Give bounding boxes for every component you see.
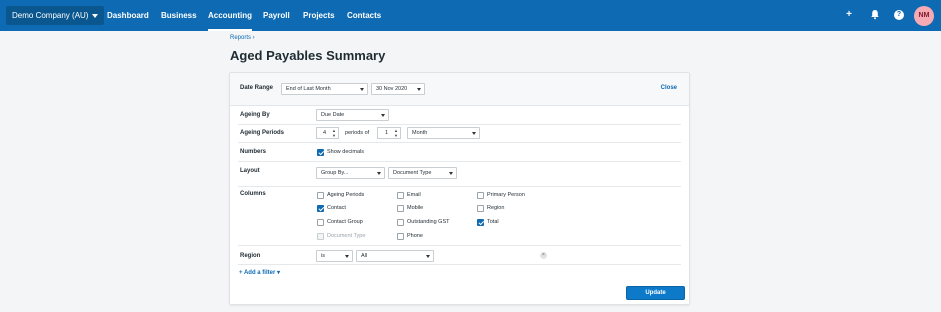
main-nav: Dashboard Business Accounting Payroll Pr… [0,0,941,31]
phone-checkbox[interactable] [397,233,404,240]
add-filter-link[interactable]: + Add a filter ▾ [239,269,280,276]
ageing-by-label: Ageing By [240,112,270,118]
document-type-checkbox [317,233,324,240]
nav-dashboard[interactable]: Dashboard [107,0,149,31]
divider [238,264,681,265]
contact-checkbox[interactable] [317,205,324,212]
ageing-by-select[interactable]: Due Date [316,109,389,121]
period-unit-value: Month [412,130,428,136]
stepper-arrows-icon[interactable]: ▲ ▼ [394,128,398,138]
show-decimals-label[interactable]: Show decimals [327,149,364,155]
ageing-periods-label: Ageing Periods [240,130,285,136]
plus-icon[interactable]: + [843,9,855,21]
outstanding-gst-column-label[interactable]: Outstanding GST [407,219,450,225]
date-value: 30 Nov 2020 [376,86,408,92]
periods-count-value: 4 [322,130,326,136]
stepper-arrows-icon[interactable]: ▲ ▼ [332,128,336,138]
phone-column-label[interactable]: Phone [407,233,423,239]
nav-contacts[interactable]: Contacts [347,0,381,31]
divider [238,161,681,162]
chevron-down-icon [345,255,349,258]
layout-label: Layout [240,168,260,174]
email-column-label[interactable]: Email [407,192,421,198]
mobile-checkbox[interactable] [397,205,404,212]
primary-person-checkbox[interactable] [477,192,484,199]
nav-business[interactable]: Business [161,0,197,31]
help-icon[interactable]: ? [894,10,904,20]
date-picker[interactable]: 30 Nov 2020 [371,83,425,95]
divider [238,124,681,125]
period-unit-select[interactable]: Month [407,127,480,139]
email-checkbox[interactable] [397,192,404,199]
periods-count-stepper[interactable]: 4 ▲ ▼ [316,127,339,139]
date-range-label: Date Range [240,85,274,91]
primary-person-column-label[interactable]: Primary Person [487,192,525,198]
contact-group-checkbox[interactable] [317,219,324,226]
remove-filter-icon[interactable]: × [540,252,547,259]
mobile-column-label[interactable]: Mobile [407,205,423,211]
nav-payroll[interactable]: Payroll [263,0,290,31]
close-link[interactable]: Close [661,85,677,91]
region-column-label[interactable]: Region [487,205,504,211]
region-filter-value: All [361,253,368,259]
region-operator-select[interactable]: is [316,250,353,262]
divider [238,142,681,143]
numbers-label: Numbers [240,149,267,155]
report-settings-panel: Date Range End of Last Month 30 Nov 2020… [229,72,690,305]
divider [238,245,681,246]
region-checkbox[interactable] [477,205,484,212]
breadcrumb[interactable]: Reports › [230,35,255,41]
contact-column-label[interactable]: Contact [327,205,346,211]
top-navigation-bar: Demo Company (AU) Dashboard Business Acc… [0,0,941,31]
chevron-down-icon [377,172,381,175]
period-length-value: 1 [384,130,388,136]
period-length-stepper[interactable]: 1 ▲ ▼ [377,127,401,139]
bell-icon[interactable] [869,9,881,21]
document-type-column-label: Document Type [327,233,366,239]
ageing-periods-column-label[interactable]: Ageing Periods [327,192,364,198]
show-decimals-checkbox[interactable] [317,149,324,156]
region-operator-value: is [321,253,325,259]
region-value-select[interactable]: All [356,250,434,262]
date-range-select[interactable]: End of Last Month [281,83,368,95]
chevron-down-icon [426,255,430,258]
nav-accounting[interactable]: Accounting [208,0,252,31]
ageing-by-value: Due Date [321,112,345,118]
group-by-select[interactable]: Group By... [316,167,385,179]
chevron-down-icon [381,114,385,117]
avatar[interactable]: NM [914,6,934,26]
divider [238,186,681,187]
nav-projects[interactable]: Projects [303,0,335,31]
date-range-row: Date Range End of Last Month 30 Nov 2020… [230,73,689,106]
group-by-value: Group By... [321,170,349,176]
periods-of-text: periods of [345,130,370,136]
total-checkbox[interactable] [477,219,484,226]
chevron-down-icon [449,172,453,175]
page-title: Aged Payables Summary [230,48,386,63]
outstanding-gst-checkbox[interactable] [397,219,404,226]
region-filter-label: Region [240,253,261,259]
update-button[interactable]: Update [626,286,685,300]
total-column-label[interactable]: Total [487,219,499,225]
chevron-down-icon [417,88,421,91]
contact-group-column-label[interactable]: Contact Group [327,219,363,225]
chevron-down-icon [472,132,476,135]
chevron-down-icon [360,88,364,91]
ageing-periods-checkbox[interactable] [317,192,324,199]
columns-label: Columns [240,191,266,197]
document-type-value: Document Type [393,170,432,176]
date-range-value: End of Last Month [286,86,331,92]
document-type-select[interactable]: Document Type [388,167,457,179]
